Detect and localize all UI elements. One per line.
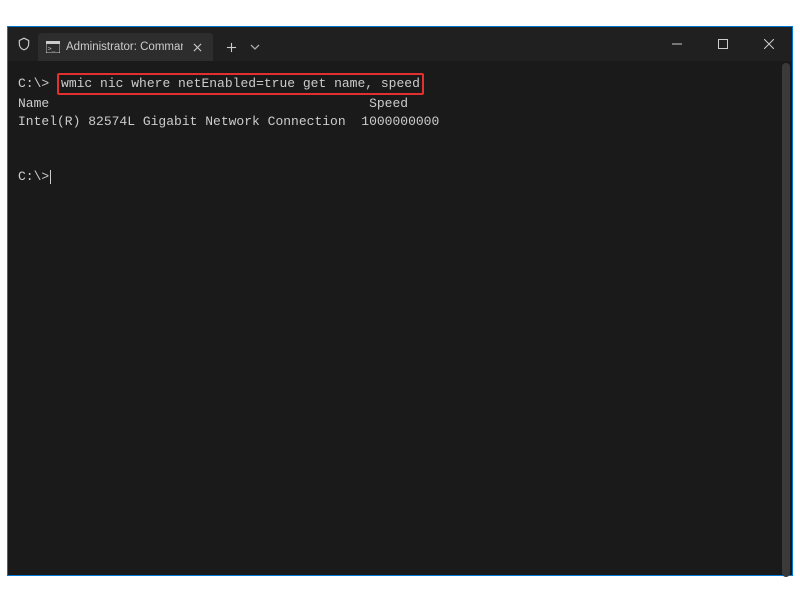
minimize-button[interactable] [654, 28, 700, 60]
tab-dropdown-button[interactable] [245, 33, 265, 61]
scrollbar-thumb[interactable] [782, 63, 790, 577]
tab-active[interactable]: >_ Administrator: Command Pron [38, 33, 213, 61]
scrollbar[interactable] [780, 61, 792, 575]
cmd-icon: >_ [46, 40, 60, 54]
maximize-button[interactable] [700, 28, 746, 60]
command-text: wmic nic where netEnabled=true get name,… [61, 76, 420, 91]
output-row: Intel(R) 82574L Gigabit Network Connecti… [18, 114, 439, 129]
close-tab-button[interactable] [189, 39, 205, 55]
close-window-button[interactable] [746, 28, 792, 60]
terminal-window: >_ Administrator: Command Pron [7, 26, 793, 576]
shield-icon [16, 36, 32, 52]
svg-text:>_: >_ [48, 46, 56, 53]
prompt-line-1: C:\> wmic nic where netEnabled=true get … [18, 76, 424, 91]
prompt-line-2: C:\> [18, 169, 49, 184]
new-tab-button[interactable] [217, 33, 245, 61]
terminal-body[interactable]: C:\> wmic nic where netEnabled=true get … [8, 61, 792, 575]
titlebar: >_ Administrator: Command Pron [8, 27, 792, 61]
output-header: Name Speed [18, 96, 408, 111]
command-highlight: wmic nic where netEnabled=true get name,… [57, 73, 424, 95]
tab-title: Administrator: Command Pron [66, 41, 183, 53]
window-controls [654, 27, 792, 61]
text-cursor [50, 170, 51, 184]
